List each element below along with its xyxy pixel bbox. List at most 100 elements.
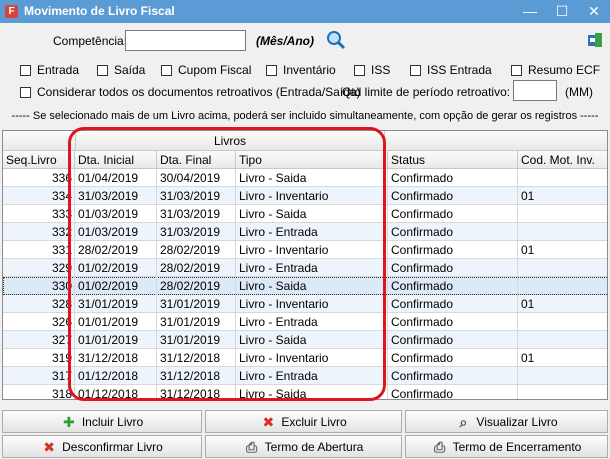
cell-cod-mot-inv bbox=[518, 385, 607, 399]
livros-grid[interactable]: Livros Seq.Livro Dta. Inicial Dta. Final Ti… bbox=[2, 130, 608, 400]
desconfirmar-livro-button[interactable]: ✖ Desconfirmar Livro bbox=[2, 435, 202, 458]
checkbox-box[interactable] bbox=[511, 64, 522, 76]
search-icon[interactable] bbox=[326, 30, 346, 50]
column-header-dta-final[interactable]: Dta. Final bbox=[157, 151, 236, 169]
checkbox-box[interactable] bbox=[354, 64, 365, 76]
table-row[interactable]: 326 01/01/2019 31/01/2019 Livro - Entrada Co… bbox=[3, 313, 607, 331]
export-icon[interactable] bbox=[587, 32, 603, 48]
checkbox-box[interactable] bbox=[97, 64, 108, 76]
cell-tipo: Livro - Inventario bbox=[236, 187, 388, 205]
checkbox-box[interactable] bbox=[20, 86, 31, 98]
checkbox-box[interactable] bbox=[161, 64, 172, 76]
grid-body[interactable]: 336 01/04/2019 30/04/2019 Livro - Saida Conf… bbox=[3, 169, 607, 399]
grid-column-header: Seq.Livro Dta. Inicial Dta. Final Tipo Statu… bbox=[3, 151, 607, 169]
cell-seq-livro: 317 bbox=[3, 367, 75, 385]
cell-dta-inicial: 31/12/2018 bbox=[75, 349, 157, 367]
plus-icon: ✚ bbox=[62, 413, 75, 430]
cell-seq-livro: 330 bbox=[3, 277, 75, 295]
cell-tipo: Livro - Saida bbox=[236, 277, 388, 295]
cell-cod-mot-inv: 01 bbox=[518, 241, 607, 259]
info-note: ----- Se selecionado mais de um Livro ac… bbox=[11, 110, 599, 122]
cell-tipo: Livro - Inventario bbox=[236, 349, 388, 367]
table-row[interactable]: 327 01/01/2019 31/01/2019 Livro - Saida Conf… bbox=[3, 331, 607, 349]
checkbox-retroativos[interactable]: Considerar todos os documentos retroativ… bbox=[20, 85, 361, 99]
table-row[interactable]: 329 01/02/2019 28/02/2019 Livro - Entrada Co… bbox=[3, 259, 607, 277]
cell-seq-livro: 327 bbox=[3, 331, 75, 349]
competencia-hint: (Mês/Ano) bbox=[256, 34, 314, 48]
table-row[interactable]: 331 28/02/2019 28/02/2019 Livro - Inventari… bbox=[3, 241, 607, 259]
checkbox-iss-entrada[interactable]: ISS Entrada bbox=[410, 63, 492, 77]
cell-tipo: Livro - Entrada bbox=[236, 259, 388, 277]
checkbox-box[interactable] bbox=[266, 64, 277, 76]
cell-cod-mot-inv: 01 bbox=[518, 295, 607, 313]
cell-seq-livro: 333 bbox=[3, 205, 75, 223]
cell-dta-inicial: 01/03/2019 bbox=[75, 223, 157, 241]
cell-cod-mot-inv bbox=[518, 313, 607, 331]
cell-cod-mot-inv: 01 bbox=[518, 349, 607, 367]
cell-tipo: Livro - Inventario bbox=[236, 241, 388, 259]
cell-dta-final: 28/02/2019 bbox=[157, 277, 236, 295]
delete-icon: ✖ bbox=[262, 413, 275, 430]
title-bar: F Movimento de Livro Fiscal — ☐ ✕ bbox=[0, 0, 610, 23]
checkbox-cupom-fiscal[interactable]: Cupom Fiscal bbox=[161, 63, 251, 77]
termo-abertura-button[interactable]: ⎙ Termo de Abertura bbox=[205, 435, 402, 458]
qtd-limite-input[interactable] bbox=[513, 80, 557, 101]
table-row[interactable]: 334 31/03/2019 31/03/2019 Livro - Inventari… bbox=[3, 187, 607, 205]
checkbox-inventario-label: Inventário bbox=[283, 63, 336, 77]
checkbox-iss[interactable]: ISS bbox=[354, 63, 390, 77]
table-row[interactable]: 330 01/02/2019 28/02/2019 Livro - Saida Conf… bbox=[3, 277, 607, 295]
table-row[interactable]: 318 01/12/2018 31/12/2018 Livro - Saida Conf… bbox=[3, 385, 607, 399]
cancel-icon: ✖ bbox=[43, 438, 55, 455]
checkbox-iss-entrada-label: ISS Entrada bbox=[427, 63, 492, 77]
checkbox-saida[interactable]: Saída bbox=[97, 63, 145, 77]
checkbox-saida-label: Saída bbox=[114, 63, 146, 77]
grid-group-header: Livros bbox=[3, 131, 607, 151]
cell-dta-inicial: 01/01/2019 bbox=[75, 313, 157, 331]
excluir-livro-button[interactable]: ✖ Excluir Livro bbox=[205, 410, 402, 433]
cell-dta-final: 31/12/2018 bbox=[157, 367, 236, 385]
table-row[interactable]: 336 01/04/2019 30/04/2019 Livro - Saida Conf… bbox=[3, 169, 607, 187]
cell-dta-final: 28/02/2019 bbox=[157, 241, 236, 259]
minimize-button[interactable]: — bbox=[514, 0, 546, 23]
column-header-status[interactable]: Status bbox=[388, 151, 518, 169]
maximize-button[interactable]: ☐ bbox=[546, 0, 578, 23]
checkbox-entrada[interactable]: Entrada bbox=[20, 63, 79, 77]
app-icon: F bbox=[5, 5, 18, 18]
table-row[interactable]: 333 01/03/2019 31/03/2019 Livro - Saida Conf… bbox=[3, 205, 607, 223]
cell-seq-livro: 336 bbox=[3, 169, 75, 187]
cell-seq-livro: 329 bbox=[3, 259, 75, 277]
competencia-input[interactable] bbox=[125, 30, 246, 51]
cell-dta-final: 31/12/2018 bbox=[157, 385, 236, 399]
checkbox-box[interactable] bbox=[20, 64, 31, 76]
cell-status: Confirmado bbox=[388, 367, 518, 385]
magnifier-icon: ⌕ bbox=[459, 413, 468, 430]
checkbox-resumo-ecf-label: Resumo ECF bbox=[528, 63, 601, 77]
column-header-dta-inicial[interactable]: Dta. Inicial bbox=[75, 151, 157, 169]
desconfirmar-livro-label: Desconfirmar Livro bbox=[62, 439, 163, 454]
column-header-cod-mot-inv[interactable]: Cod. Mot. Inv. bbox=[518, 151, 607, 169]
cell-dta-final: 31/12/2018 bbox=[157, 349, 236, 367]
column-header-tipo[interactable]: Tipo bbox=[236, 151, 388, 169]
cell-dta-final: 31/01/2019 bbox=[157, 331, 236, 349]
checkbox-resumo-ecf[interactable]: Resumo ECF bbox=[511, 63, 600, 77]
excluir-livro-label: Excluir Livro bbox=[281, 414, 347, 429]
cell-tipo: Livro - Saida bbox=[236, 169, 388, 187]
cell-status: Confirmado bbox=[388, 241, 518, 259]
column-header-seq-livro[interactable]: Seq.Livro bbox=[3, 151, 75, 169]
close-button[interactable]: ✕ bbox=[578, 0, 610, 23]
termo-encerramento-button[interactable]: ⎙ Termo de Encerramento bbox=[405, 435, 608, 458]
table-row[interactable]: 328 31/01/2019 31/01/2019 Livro - Inventari… bbox=[3, 295, 607, 313]
table-row[interactable]: 319 31/12/2018 31/12/2018 Livro - Inventari… bbox=[3, 349, 607, 367]
cell-tipo: Livro - Entrada bbox=[236, 223, 388, 241]
cell-dta-final: 28/02/2019 bbox=[157, 259, 236, 277]
visualizar-livro-button[interactable]: ⌕ Visualizar Livro bbox=[405, 410, 608, 433]
table-row[interactable]: 332 01/03/2019 31/03/2019 Livro - Entrada Co… bbox=[3, 223, 607, 241]
table-row[interactable]: 317 01/12/2018 31/12/2018 Livro - Entrada Co… bbox=[3, 367, 607, 385]
cell-tipo: Livro - Saida bbox=[236, 385, 388, 399]
checkbox-box[interactable] bbox=[410, 64, 421, 76]
incluir-livro-label: Incluir Livro bbox=[81, 414, 144, 429]
cell-tipo: Livro - Entrada bbox=[236, 367, 388, 385]
incluir-livro-button[interactable]: ✚ Incluir Livro bbox=[2, 410, 202, 433]
cell-dta-inicial: 01/02/2019 bbox=[75, 277, 157, 295]
checkbox-inventario[interactable]: Inventário bbox=[266, 63, 336, 77]
